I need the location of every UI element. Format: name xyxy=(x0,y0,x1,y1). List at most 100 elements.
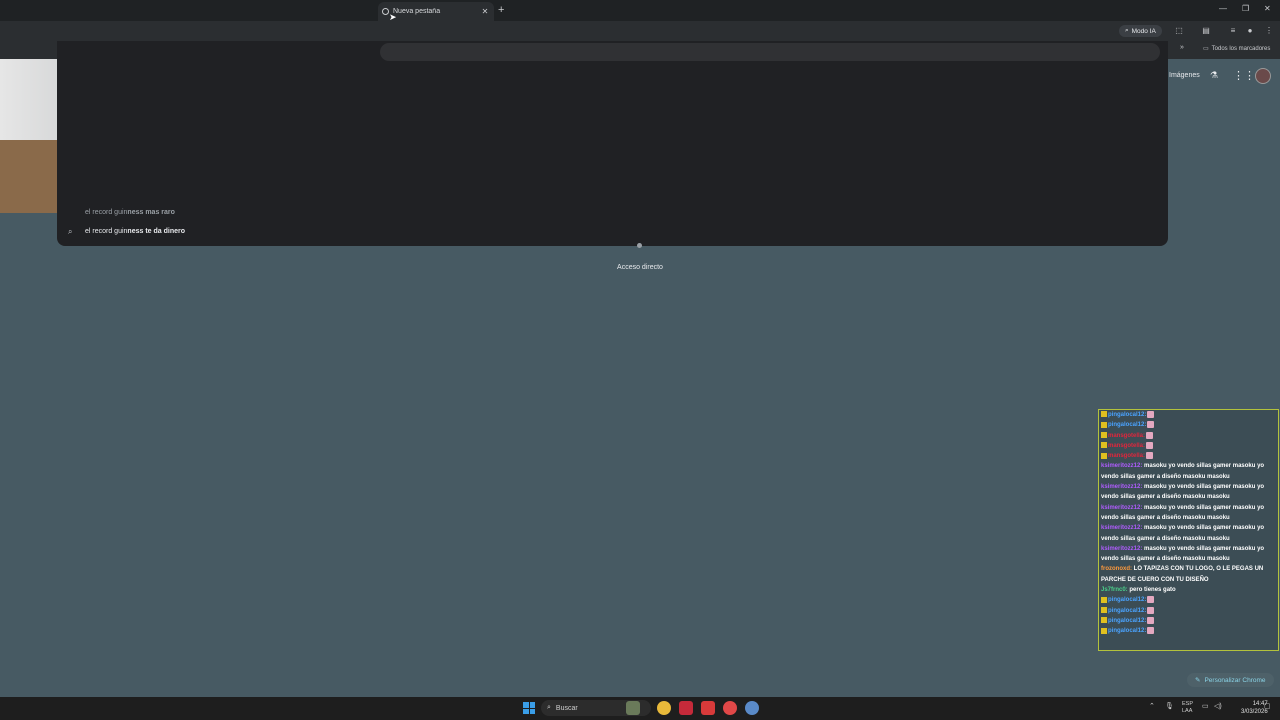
omnibox-suggestion[interactable]: el record guinness te da dinero xyxy=(85,228,185,235)
tab-strip xyxy=(0,0,1280,21)
chrome-taskbar-icon[interactable] xyxy=(657,701,671,715)
chat-username[interactable]: mansgotella: xyxy=(1108,453,1145,459)
window-close-icon[interactable]: ✕ xyxy=(1264,4,1271,13)
media-icon[interactable]: ≡ xyxy=(1227,25,1239,37)
badge-icon xyxy=(1101,452,1107,459)
chat-username[interactable]: pingalocal12: xyxy=(1108,628,1146,634)
chat-username[interactable]: pingalocal12: xyxy=(1108,618,1146,624)
chat-message: pingalocal12: xyxy=(1099,616,1278,626)
lang-bottom: LAA xyxy=(1182,708,1193,714)
menu-icon[interactable]: ⋮ xyxy=(1263,25,1275,37)
taskbar-app-widget[interactable] xyxy=(626,701,640,715)
apps-grid-icon[interactable]: ⋮⋮ xyxy=(1233,69,1255,82)
badge-icon xyxy=(1101,617,1107,624)
chat-username[interactable]: pingalocal12: xyxy=(1108,608,1146,614)
flask-icon[interactable]: ⚗ xyxy=(1210,70,1218,81)
close-icon[interactable]: ✕ xyxy=(480,7,490,16)
chat-message: ksimeritozz12: masoku yo vendo sillas ga… xyxy=(1099,544,1278,565)
taskbar-app-stream[interactable] xyxy=(701,701,715,715)
chat-message: ksimeritozz12: masoku yo vendo sillas ga… xyxy=(1099,461,1278,482)
omnibox-suggestion-hidden[interactable]: el record guinness mas raro xyxy=(85,209,175,216)
customize-chrome-button[interactable]: ✎ Personalizar Chrome xyxy=(1187,673,1274,687)
search-icon: ⌕ xyxy=(68,227,73,236)
suggestion-prefix: el record guin xyxy=(85,209,128,216)
taskbar-app-obs[interactable] xyxy=(723,701,737,715)
badge-icon xyxy=(1101,411,1107,418)
extensions-icon[interactable]: ⬚ xyxy=(1173,25,1185,37)
chat-text: pero tienes gato xyxy=(1129,587,1176,594)
modo-ia-label: Modo IA xyxy=(1131,27,1156,35)
chat-username[interactable]: ksimeritozz12: xyxy=(1101,463,1142,469)
monitor-icon[interactable]: ▭ xyxy=(1202,702,1209,710)
suggestion-bold: ness mas raro xyxy=(127,209,175,216)
chat-message: mansgotella: xyxy=(1099,451,1278,461)
chat-message: pingalocal12: xyxy=(1099,595,1278,605)
shortcut-add-icon[interactable] xyxy=(637,243,642,248)
tab-title: Nueva pestaña xyxy=(393,8,441,15)
emote-icon xyxy=(1147,410,1155,418)
language-indicator[interactable]: ESP LAA xyxy=(1182,701,1193,715)
stream-chat: pingalocal12: pingalocal12: mansgotella: ma… xyxy=(1098,409,1279,651)
shortcut-label[interactable]: Acceso directo xyxy=(600,264,680,271)
chat-username[interactable]: pingalocal12: xyxy=(1108,412,1146,418)
volume-icon[interactable]: ◁) xyxy=(1214,702,1222,710)
minimize-icon[interactable]: — xyxy=(1219,4,1227,13)
chat-message: Js7frnc0: pero tienes gato xyxy=(1099,585,1278,595)
chat-message: ksimeritozz12: masoku yo vendo sillas ga… xyxy=(1099,482,1278,503)
emote-icon xyxy=(1147,606,1155,614)
badge-icon xyxy=(1101,421,1107,428)
taskbar-app-red[interactable] xyxy=(679,701,693,715)
notification-icon[interactable]: ▢ xyxy=(1264,702,1271,710)
customize-chrome-label: Personalizar Chrome xyxy=(1204,676,1266,684)
emote-icon xyxy=(1146,441,1154,449)
chat-message: frozonoxd: LO TAPIZAS CON TU LOGO, O LE … xyxy=(1099,564,1278,585)
badge-icon xyxy=(1101,432,1107,439)
chat-message: ksimeritozz12: masoku yo vendo sillas ga… xyxy=(1099,523,1278,544)
chat-username[interactable]: frozonoxd: xyxy=(1101,566,1132,572)
emote-icon xyxy=(1147,627,1155,635)
avatar[interactable] xyxy=(1255,68,1271,84)
lang-top: ESP xyxy=(1182,701,1194,707)
emote-icon xyxy=(1146,431,1154,439)
restore-icon[interactable]: ❐ xyxy=(1242,4,1249,13)
profile-icon[interactable]: ● xyxy=(1244,25,1256,37)
badge-icon xyxy=(1101,627,1107,634)
browser-toolbar xyxy=(0,21,1280,41)
omnibox-dropdown xyxy=(57,41,1168,246)
chat-message: mansgotella: xyxy=(1099,441,1278,451)
folder-icon: ▭ xyxy=(1203,46,1209,52)
emote-icon xyxy=(1147,596,1155,604)
chat-message: pingalocal12: xyxy=(1099,420,1278,430)
chat-message: pingalocal12: xyxy=(1099,410,1278,420)
chevron-right-icon[interactable]: » xyxy=(1180,44,1184,51)
imagenes-link[interactable]: Imágenes xyxy=(1169,72,1200,79)
chat-message: pingalocal12: xyxy=(1099,606,1278,616)
chat-username[interactable]: mansgotella: xyxy=(1108,433,1145,439)
windows-start-icon[interactable] xyxy=(523,702,535,714)
chat-username[interactable]: Js7frnc0: xyxy=(1101,587,1128,593)
search-icon: ⌕ xyxy=(1125,27,1129,34)
emote-icon xyxy=(1147,616,1155,624)
chat-username[interactable]: ksimeritozz12: xyxy=(1101,546,1142,552)
emote-icon xyxy=(1147,421,1155,429)
side-panel-icon[interactable]: ▤ xyxy=(1200,25,1212,37)
chat-username[interactable]: mansgotella: xyxy=(1108,443,1145,449)
chat-username[interactable]: pingalocal12: xyxy=(1108,422,1146,428)
chat-username[interactable]: ksimeritozz12: xyxy=(1101,484,1142,490)
chat-username[interactable]: ksimeritozz12: xyxy=(1101,505,1142,511)
chat-username[interactable]: ksimeritozz12: xyxy=(1101,525,1142,531)
chevron-up-icon[interactable]: ⌃ xyxy=(1149,702,1155,710)
omnibox-input[interactable] xyxy=(380,43,1160,61)
plus-icon[interactable]: + xyxy=(498,4,504,16)
modo-ia-button[interactable]: ⌕ Modo IA xyxy=(1119,25,1162,37)
gear-icon[interactable] xyxy=(745,701,759,715)
badge-icon xyxy=(1101,442,1107,449)
all-bookmarks-button[interactable]: ▭ Todos los marcadores xyxy=(1203,45,1271,53)
chat-username[interactable]: pingalocal12: xyxy=(1108,597,1146,603)
mic-icon[interactable]: 🎙 xyxy=(1165,702,1174,710)
all-bookmarks-label: Todos los marcadores xyxy=(1211,45,1271,52)
search-icon: ⌕ xyxy=(547,704,551,711)
chrome-icon xyxy=(382,8,389,15)
badge-icon xyxy=(1101,596,1107,603)
chat-message: ksimeritozz12: masoku yo vendo sillas ga… xyxy=(1099,503,1278,524)
